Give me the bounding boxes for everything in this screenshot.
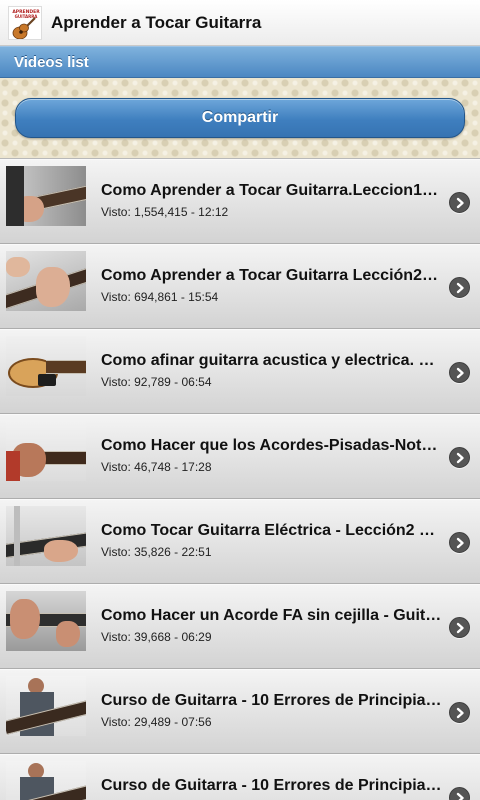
video-meta: Visto: 35,826 - 22:51 xyxy=(101,545,212,559)
video-meta: Visto: 1,554,415 - 12:12 xyxy=(101,205,229,219)
video-title: Como Aprender a Tocar Guitarra Lección2… xyxy=(101,267,438,284)
video-meta: Visto: 694,861 - 15:54 xyxy=(101,290,219,304)
video-list-item[interactable]: Como Hacer un Acorde FA sin cejilla - Gu… xyxy=(0,584,480,669)
video-thumbnail xyxy=(6,251,86,311)
share-area: Compartir xyxy=(0,78,480,158)
video-list-item[interactable]: Como afinar guitarra acustica y electric… xyxy=(0,329,480,414)
video-thumbnail xyxy=(6,761,86,800)
video-title: Como afinar guitarra acustica y electric… xyxy=(101,352,443,369)
video-title: Curso de Guitarra - 10 Errores de Princi… xyxy=(101,777,442,794)
video-thumbnail xyxy=(6,676,86,736)
video-list-item[interactable]: Como Tocar Guitarra Eléctrica - Lección2… xyxy=(0,499,480,584)
video-list-item[interactable]: Curso de Guitarra - 10 Errores de Princi… xyxy=(0,754,480,800)
video-meta: Visto: 92,789 - 06:54 xyxy=(101,375,212,389)
video-list[interactable]: Como Aprender a Tocar Guitarra.Leccion1…… xyxy=(0,158,480,800)
chevron-right-icon[interactable] xyxy=(449,702,470,723)
video-thumbnail xyxy=(6,336,86,396)
section-header: Videos list xyxy=(0,46,480,78)
section-title: Videos list xyxy=(14,53,89,71)
video-list-item[interactable]: Como Aprender a Tocar Guitarra.Leccion1…… xyxy=(0,159,480,244)
video-title: Como Hacer que los Acordes-Pisadas-Not… xyxy=(101,437,438,454)
video-list-item[interactable]: Como Hacer que los Acordes-Pisadas-Not… … xyxy=(0,414,480,499)
video-title: Como Aprender a Tocar Guitarra.Leccion1… xyxy=(101,182,438,199)
video-title: Curso de Guitarra - 10 Errores de Princi… xyxy=(101,692,442,709)
chevron-right-icon[interactable] xyxy=(449,617,470,638)
share-button[interactable]: Compartir xyxy=(15,98,465,138)
video-title: Como Hacer un Acorde FA sin cejilla - Gu… xyxy=(101,607,442,624)
video-meta: Visto: 46,748 - 17:28 xyxy=(101,460,212,474)
chevron-right-icon[interactable] xyxy=(449,787,470,800)
app-logo: APRENDER GUITARRA xyxy=(8,5,42,40)
video-thumbnail xyxy=(6,421,86,481)
chevron-right-icon[interactable] xyxy=(449,362,470,383)
chevron-right-icon[interactable] xyxy=(449,192,470,213)
video-thumbnail xyxy=(6,166,86,226)
video-thumbnail xyxy=(6,506,86,566)
app-header: APRENDER GUITARRA Aprender a Tocar Guita… xyxy=(0,0,480,46)
chevron-right-icon[interactable] xyxy=(449,277,470,298)
video-list-item[interactable]: Como Aprender a Tocar Guitarra Lección2…… xyxy=(0,244,480,329)
video-thumbnail xyxy=(6,591,86,651)
video-meta: Visto: 39,668 - 06:29 xyxy=(101,630,212,644)
app-title: Aprender a Tocar Guitarra xyxy=(51,12,262,32)
video-title: Como Tocar Guitarra Eléctrica - Lección2… xyxy=(101,522,436,539)
video-list-item[interactable]: Curso de Guitarra - 10 Errores de Princi… xyxy=(0,669,480,754)
guitar-logo-icon: APRENDER GUITARRA xyxy=(9,6,41,39)
chevron-right-icon[interactable] xyxy=(449,532,470,553)
video-meta: Visto: 29,489 - 07:56 xyxy=(101,715,212,729)
chevron-right-icon[interactable] xyxy=(449,447,470,468)
